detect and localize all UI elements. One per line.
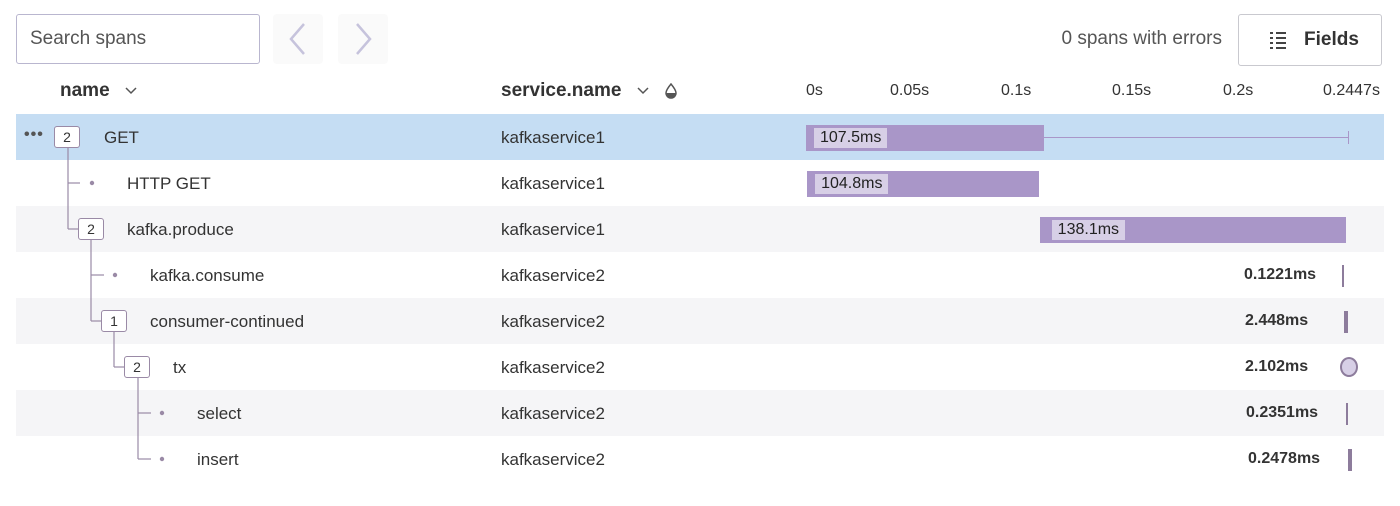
span-duration-mark[interactable] [1348,449,1352,471]
span-duration-label: 104.8ms [815,174,889,194]
service-name: kafkaservice2 [501,266,605,285]
chevron-left-icon [289,23,305,55]
name-column-header[interactable]: name [60,80,137,102]
leaf-node-dot [159,410,165,416]
timeline-tick: 0.05s [890,82,930,99]
span-duration-mark[interactable] [1342,265,1344,287]
span-duration-mark[interactable] [1340,357,1358,377]
span-duration-mark[interactable] [1346,403,1348,425]
timeline-tick: 0.15s [1112,82,1152,99]
chevron-down-icon [125,87,137,95]
service-name: kafkaservice2 [501,404,605,423]
span-duration-text: 0.2478ms [1248,450,1321,467]
search-spans-input[interactable] [16,14,260,64]
service-name: kafkaservice1 [501,128,605,147]
span-extent-cap [1348,131,1349,144]
tree-connectors [67,148,165,462]
span-duration-text: 2.448ms [1245,312,1309,329]
timeline-tick: 0.2447s [1323,82,1380,99]
leaf-node-dot [89,180,95,186]
leaf-node-dot [112,272,118,278]
span-duration-text: 2.102ms [1245,358,1309,375]
fields-button-label: Fields [1304,29,1359,50]
chevron-down-icon [637,87,649,95]
droplet-icon[interactable] [664,82,678,99]
errors-count: 0 spans with errors [1061,28,1222,49]
service-column-label: service.name [501,80,622,101]
next-match-button[interactable] [338,14,388,64]
span-duration-text: 0.2351ms [1246,404,1319,421]
timeline-tick: 0.1s [1001,82,1032,99]
span-duration-bar[interactable]: 107.5ms [806,125,1045,151]
previous-match-button[interactable] [273,14,323,64]
timeline-tick: 0s [806,82,823,99]
span-duration-label: 138.1ms [1051,220,1126,240]
leaf-node-dot [159,456,165,462]
service-column-header[interactable]: service.name [501,80,678,102]
span-duration-mark[interactable] [1344,311,1348,333]
fields-button[interactable]: Fields [1238,14,1382,66]
timeline-tick: 0.2s [1223,82,1254,99]
table-header: name service.name 0s 0.05s 0.1s 0.15s 0.2s 0.… [16,70,1384,112]
list-icon [1270,32,1286,49]
chevron-right-icon [356,23,372,55]
toolbar: 0 spans with errors Fields [0,0,1400,70]
service-name: kafkaservice2 [501,450,605,469]
span-duration-bar[interactable]: 104.8ms [807,171,1040,197]
name-column-label: name [60,80,110,101]
service-name: kafkaservice2 [501,312,605,331]
service-name: kafkaservice2 [501,358,605,377]
service-name: kafkaservice1 [501,174,605,193]
span-duration-text: 0.1221ms [1244,266,1317,283]
service-name: kafkaservice1 [501,220,605,239]
span-extent-line [1044,137,1348,138]
span-duration-bar[interactable]: 138.1ms [1039,217,1346,243]
span-duration-label: 107.5ms [814,128,888,148]
